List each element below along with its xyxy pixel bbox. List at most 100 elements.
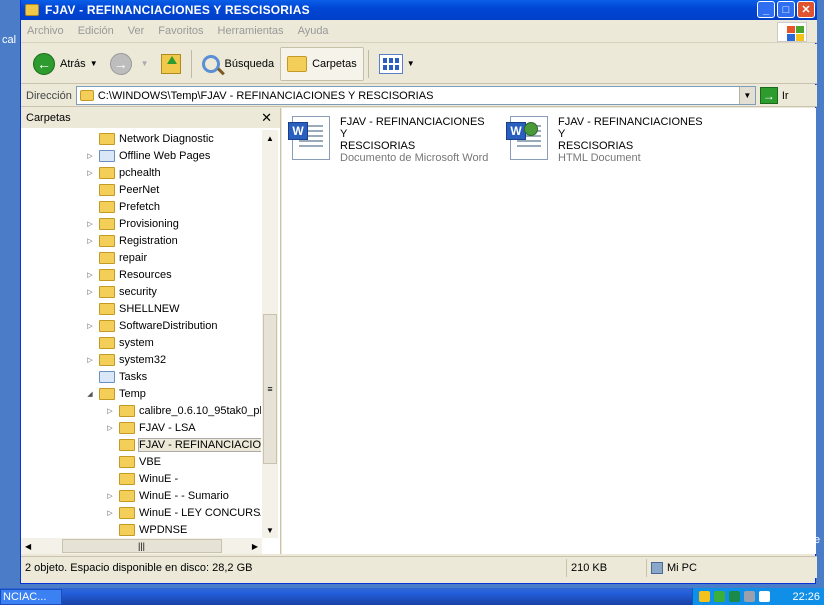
forward-arrow-icon: → xyxy=(109,52,132,75)
views-button[interactable]: ▼ xyxy=(373,47,421,81)
tree-item-label: WPDNSE xyxy=(139,523,188,536)
tree-item[interactable]: ▷ SoftwareDistribution xyxy=(85,317,217,334)
tree-item[interactable]: WinuE - xyxy=(105,470,178,487)
volume-icon[interactable] xyxy=(744,591,755,602)
expand-icon[interactable]: ▷ xyxy=(105,407,115,415)
expand-icon[interactable]: ▷ xyxy=(85,237,95,245)
scroll-down-icon[interactable]: ▼ xyxy=(262,522,278,538)
network-icon[interactable] xyxy=(729,591,740,602)
tree-item-label: WinuE - xyxy=(139,472,179,485)
folder-tree: Network Diagnostic ▷ Offline Web Pages ▷ pch… xyxy=(21,130,261,538)
vertical-scrollbar[interactable]: ▲ ≡ ▼ xyxy=(262,130,278,538)
tree-item[interactable]: ▷ Registration xyxy=(85,232,178,249)
tree-item-label: PeerNet xyxy=(119,183,160,196)
tree-item[interactable]: VBE xyxy=(105,453,161,470)
folder-icon xyxy=(119,523,135,536)
search-icon xyxy=(201,54,220,73)
tree-item[interactable]: ▷ security xyxy=(85,283,157,300)
expand-icon[interactable]: ◢ xyxy=(85,390,95,398)
tree-item-label: security xyxy=(119,285,157,298)
tree-item[interactable]: ▷ FJAV - LSA xyxy=(105,419,196,436)
address-value: C:\WINDOWS\Temp\FJAV - REFINANCIACIONES … xyxy=(97,89,434,102)
tree-item[interactable]: PeerNet xyxy=(85,181,159,198)
address-input[interactable]: C:\WINDOWS\Temp\FJAV - REFINANCIACIONES … xyxy=(75,86,756,105)
scroll-right-icon[interactable]: ▶ xyxy=(252,542,258,551)
expand-icon[interactable]: ▷ xyxy=(105,509,115,517)
tree-item[interactable]: ▷ Resources xyxy=(85,266,172,283)
folder-icon xyxy=(99,234,115,247)
forward-button[interactable]: → ▼ xyxy=(104,47,155,81)
scroll-left-icon[interactable]: ◀ xyxy=(25,542,31,551)
explorer-window: FJAV - REFINANCIACIONES Y RESCISORIAS _ … xyxy=(20,0,817,584)
file-name: FJAV - REFINANCIACIONES Y xyxy=(558,116,703,140)
tree-item[interactable]: ▷ calibre_0.6.10_95tak0_pl xyxy=(105,402,261,419)
file-item[interactable]: W FJAV - REFINANCIACIONES Y RESCISORIAS … xyxy=(288,116,490,164)
folders-pane: Carpetas ✕ Network Diagnostic ▷ Offline We… xyxy=(21,108,281,554)
security-center-icon[interactable] xyxy=(714,591,725,602)
folders-pane-header: Carpetas ✕ xyxy=(21,108,280,128)
expand-icon[interactable]: ▷ xyxy=(85,322,95,330)
tree-item[interactable]: ▷ system32 xyxy=(85,351,166,368)
expand-icon[interactable]: ▷ xyxy=(105,492,115,500)
search-button[interactable]: Búsqueda xyxy=(196,47,281,81)
go-button[interactable]: → Ir xyxy=(759,87,789,104)
maximize-button[interactable]: □ xyxy=(777,1,795,18)
folder-icon xyxy=(99,268,115,281)
horizontal-scroll-thumb[interactable]: ||| xyxy=(61,539,222,553)
address-dropdown-icon[interactable]: ▼ xyxy=(738,87,755,104)
expand-icon[interactable]: ▷ xyxy=(105,424,115,432)
folder-icon xyxy=(99,353,115,366)
back-button[interactable]: ← Atrás ▼ xyxy=(27,47,104,81)
file-item[interactable]: W FJAV - REFINANCIACIONES Y RESCISORIAS … xyxy=(506,116,708,164)
scroll-thumb[interactable]: ≡ xyxy=(263,314,277,464)
back-dropdown-icon[interactable]: ▼ xyxy=(90,59,98,68)
folder-icon xyxy=(99,149,115,162)
windows-logo-icon xyxy=(777,22,807,42)
tree-item[interactable]: system xyxy=(85,334,154,351)
menu-favoritos[interactable]: Favoritos xyxy=(158,25,203,37)
back-label: Atrás xyxy=(60,57,86,70)
views-dropdown-icon[interactable]: ▼ xyxy=(407,59,415,68)
title-bar[interactable]: FJAV - REFINANCIACIONES Y RESCISORIAS _ … xyxy=(21,0,817,20)
menu-archivo[interactable]: Archivo xyxy=(27,25,64,37)
tree-item[interactable]: Network Diagnostic xyxy=(85,130,214,147)
menu-edicion[interactable]: Edición xyxy=(78,25,114,37)
tree-item[interactable]: ▷ Provisioning xyxy=(85,215,179,232)
horizontal-scrollbar[interactable]: ◀ ||| ▶ xyxy=(21,538,262,554)
tree-item[interactable]: ◢ Temp xyxy=(85,385,146,402)
scroll-up-icon[interactable]: ▲ xyxy=(262,130,278,146)
close-icon[interactable]: ✕ xyxy=(261,110,272,126)
menu-ver[interactable]: Ver xyxy=(128,25,145,37)
menu-ayuda[interactable]: Ayuda xyxy=(298,25,329,37)
forward-dropdown-icon[interactable]: ▼ xyxy=(141,59,149,68)
expand-icon[interactable]: ▷ xyxy=(85,271,95,279)
taskbar-button[interactable]: NCIAC... xyxy=(0,589,62,605)
tree-item[interactable]: FJAV - REFINANCIACION xyxy=(105,436,261,453)
folders-button[interactable]: Carpetas xyxy=(280,46,364,81)
close-button[interactable]: ✕ xyxy=(797,1,815,18)
tree-item[interactable]: Tasks xyxy=(85,368,147,385)
up-folder-button[interactable] xyxy=(155,47,187,81)
messenger-icon[interactable] xyxy=(759,591,770,602)
expand-icon[interactable]: ▷ xyxy=(85,356,95,364)
tree-item[interactable]: ▷ Offline Web Pages xyxy=(85,147,210,164)
expand-icon[interactable]: ▷ xyxy=(85,152,95,160)
expand-icon[interactable]: ▷ xyxy=(85,220,95,228)
minimize-button[interactable]: _ xyxy=(757,1,775,18)
tree-item[interactable]: WPDNSE xyxy=(105,521,187,538)
file-name-line2: RESCISORIAS xyxy=(558,140,634,152)
tree-item-label: Provisioning xyxy=(119,217,179,230)
shield-icon[interactable] xyxy=(699,591,710,602)
tree-item[interactable]: SHELLNEW xyxy=(85,300,180,317)
folder-icon xyxy=(119,421,135,434)
folder-icon xyxy=(119,489,135,502)
expand-icon[interactable]: ▷ xyxy=(85,288,95,296)
tree-item[interactable]: repair xyxy=(85,249,147,266)
expand-icon[interactable]: ▷ xyxy=(85,169,95,177)
tree-item[interactable]: ▷ WinuE - - Sumario xyxy=(105,487,229,504)
tree-item[interactable]: ▷ pchealth xyxy=(85,164,161,181)
tree-item[interactable]: Prefetch xyxy=(85,198,160,215)
tree-item[interactable]: ▷ WinuE - LEY CONCURSAL xyxy=(105,504,261,521)
status-objects: 2 objeto. Espacio disponible en disco: 2… xyxy=(21,558,567,577)
menu-herramientas[interactable]: Herramientas xyxy=(218,25,284,37)
